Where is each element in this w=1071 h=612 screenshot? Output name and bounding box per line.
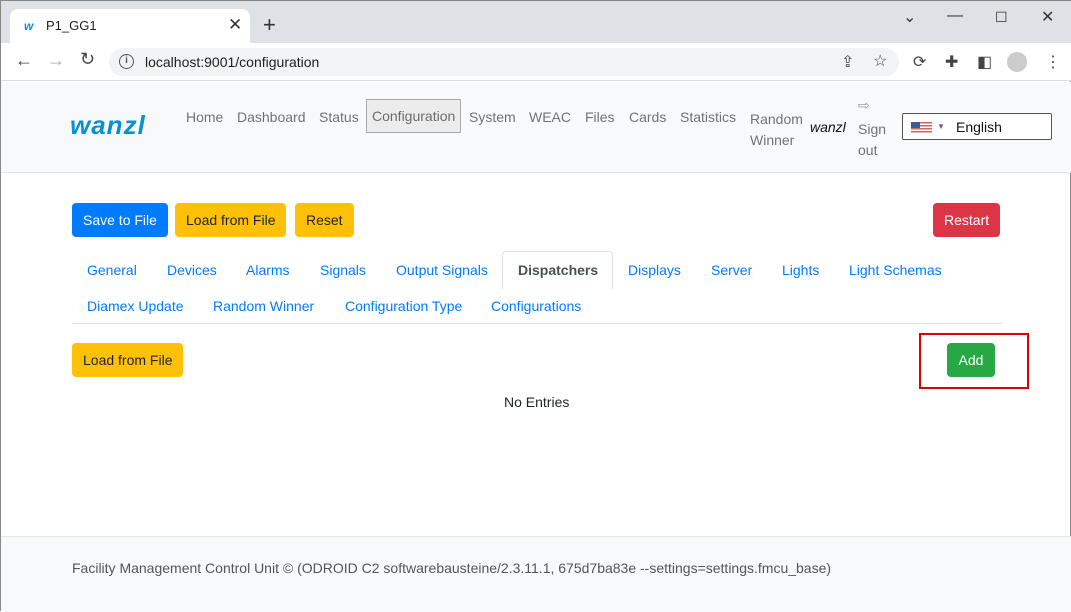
tab-random-winner[interactable]: Random Winner (213, 298, 314, 314)
nav-status[interactable]: Status (319, 109, 359, 125)
menu-icon[interactable]: ⋮ (1045, 52, 1061, 72)
tab-server[interactable]: Server (711, 262, 752, 278)
browser-tab-bar: w P1_GG1 ✕ + ⌄ — ☐ ✕ (1, 1, 1071, 43)
share-icon[interactable]: ⇪ (841, 52, 854, 72)
caret-down-icon: ▼ (937, 122, 945, 131)
nav-label: Sign (858, 121, 887, 137)
sync-extension-icon[interactable]: ⟳ (913, 52, 926, 72)
forward-icon[interactable]: → (47, 50, 65, 71)
nav-random-winner[interactable]: Random Winner (750, 109, 803, 151)
tab-output-signals[interactable]: Output Signals (396, 262, 488, 278)
side-panel-icon[interactable]: ◧ (977, 52, 992, 72)
tab-devices[interactable]: Devices (167, 262, 217, 278)
user-name: wanzl (810, 119, 846, 135)
url-input[interactable]: i localhost:9001/configuration ⇪ ☆ (109, 48, 899, 76)
nav-dashboard[interactable]: Dashboard (237, 109, 306, 125)
back-icon[interactable]: ← (15, 50, 33, 71)
wanzl-favicon-icon: w (24, 19, 34, 33)
sign-out-icon[interactable]: ⇨ (858, 97, 870, 114)
dispatchers-load-from-file-button[interactable]: Load from File (72, 343, 184, 377)
url-text: localhost:9001/configuration (145, 54, 320, 70)
tab-dispatchers[interactable]: Dispatchers (502, 251, 613, 289)
nav-label: Winner (750, 132, 795, 148)
tab-search-icon[interactable]: ⌄ (903, 7, 916, 27)
close-window-icon[interactable]: ✕ (1041, 7, 1054, 27)
language-select[interactable]: ▼ English (902, 113, 1052, 140)
footer: Facility Management Control Unit © (ODRO… (1, 536, 1071, 612)
close-tab-icon[interactable]: ✕ (228, 15, 242, 35)
nav-label: Random (750, 111, 803, 127)
address-bar: ← → ↻ i localhost:9001/configuration ⇪ ☆… (1, 43, 1071, 81)
maximize-icon[interactable]: ☐ (995, 9, 1008, 26)
tab-lights[interactable]: Lights (782, 262, 819, 278)
nav-label: out (858, 142, 878, 158)
browser-tab[interactable]: w P1_GG1 ✕ (10, 9, 250, 43)
site-info-icon[interactable]: i (119, 54, 134, 69)
bookmark-star-icon[interactable]: ☆ (873, 51, 887, 71)
tab-signals[interactable]: Signals (320, 262, 366, 278)
tab-configuration-type[interactable]: Configuration Type (345, 298, 462, 314)
tab-displays[interactable]: Displays (628, 262, 681, 278)
reset-button[interactable]: Reset (295, 203, 354, 237)
tab-configurations[interactable]: Configurations (491, 298, 581, 314)
restart-button[interactable]: Restart (933, 203, 1001, 237)
tab-light-schemas[interactable]: Light Schemas (849, 262, 942, 278)
load-from-file-button[interactable]: Load from File (175, 203, 287, 237)
nav-files[interactable]: Files (585, 109, 615, 125)
save-to-file-button[interactable]: Save to File (72, 203, 168, 237)
new-tab-icon[interactable]: + (263, 12, 276, 38)
nav-system[interactable]: System (469, 109, 516, 125)
nav-home[interactable]: Home (186, 109, 223, 125)
language-label: English (956, 119, 1002, 135)
site-header: wanzl Home Dashboard Status Configuratio… (1, 82, 1071, 173)
us-flag-icon (911, 122, 932, 133)
tab-diamex-update[interactable]: Diamex Update (87, 298, 184, 314)
sign-out-link[interactable]: Sign out (858, 119, 886, 161)
minimize-icon[interactable]: — (947, 7, 963, 25)
footer-text: Facility Management Control Unit © (ODRO… (72, 560, 832, 576)
nav-configuration[interactable]: Configuration (366, 99, 462, 133)
nav-weac[interactable]: WEAC (529, 109, 571, 125)
tab-alarms[interactable]: Alarms (246, 262, 290, 278)
tab-general[interactable]: General (87, 262, 137, 278)
add-button[interactable]: Add (947, 343, 995, 377)
profile-avatar[interactable] (1007, 52, 1027, 72)
tab-title: P1_GG1 (46, 18, 97, 33)
wanzl-logo[interactable]: wanzl (70, 110, 146, 141)
empty-message: No Entries (504, 394, 570, 410)
tabs-divider (72, 323, 1002, 324)
extensions-icon[interactable]: ✚ (945, 52, 958, 72)
nav-statistics[interactable]: Statistics (680, 109, 736, 125)
nav-cards[interactable]: Cards (629, 109, 666, 125)
reload-icon[interactable]: ↻ (80, 49, 95, 70)
